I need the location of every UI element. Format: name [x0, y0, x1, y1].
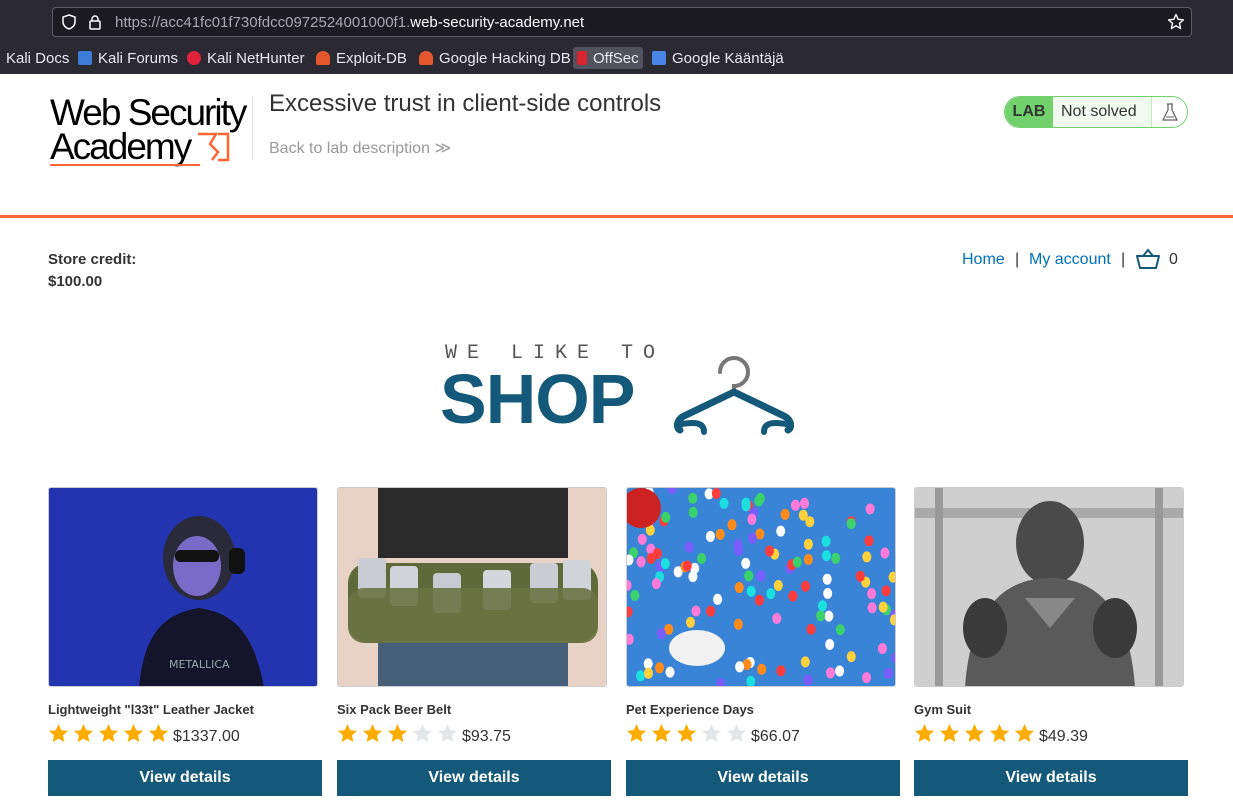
web-security-academy-logo[interactable]: Web Security Academy — [50, 94, 250, 166]
bookmarks-bar: Kali Docs Kali Forums Kali NetHunter Exp… — [0, 43, 1233, 73]
star-empty-icon — [727, 724, 746, 742]
star-filled-icon — [915, 724, 934, 742]
product-rating — [914, 723, 1039, 745]
product-rating — [48, 723, 173, 745]
cart-count: 0 — [1169, 251, 1178, 268]
bookmark-label: Exploit-DB — [336, 49, 407, 67]
product-name: Gym Suit — [914, 702, 972, 717]
url-prefix: https://acc41fc01f730fdcc0972524001000f1… — [115, 14, 411, 31]
address-bar[interactable]: https://acc41fc01f730fdcc0972524001000f1… — [52, 7, 1192, 37]
nav-separator: | — [1015, 251, 1020, 268]
product-price: $66.07 — [751, 728, 800, 745]
star-filled-icon — [627, 724, 646, 742]
star-filled-icon — [1015, 724, 1034, 742]
view-details-button[interactable]: View details — [48, 760, 322, 796]
star-filled-icon — [149, 724, 168, 742]
browser-toolbar: https://acc41fc01f730fdcc0972524001000f1… — [0, 0, 1233, 74]
bookmark-kali-docs[interactable]: Kali Docs — [6, 47, 69, 69]
nav-home-link[interactable]: Home — [962, 251, 1005, 269]
lab-title: Excessive trust in client-side controls — [269, 90, 662, 117]
nav-separator: | — [1121, 251, 1126, 268]
bookmark-label: Google Hacking DB — [439, 49, 571, 67]
header-divider — [252, 96, 253, 160]
lock-icon[interactable] — [87, 14, 103, 30]
kali-nethunter-icon — [187, 51, 201, 65]
bookmark-exploit-db[interactable]: Exploit-DB — [316, 47, 407, 69]
bookmark-kali-forums[interactable]: Kali Forums — [78, 47, 178, 69]
logo-underline — [50, 164, 200, 166]
flask-icon — [1151, 97, 1187, 127]
star-empty-icon — [438, 724, 457, 742]
kali-forums-icon — [78, 51, 92, 65]
product-price: $49.39 — [1039, 728, 1088, 745]
back-to-lab-description-link[interactable]: Back to lab description ≫ — [269, 138, 451, 158]
store-credit-label: Store credit: — [48, 251, 137, 268]
star-filled-icon — [49, 724, 68, 742]
product-image-pet-experience[interactable] — [626, 487, 896, 687]
url-text[interactable]: https://acc41fc01f730fdcc0972524001000f1… — [115, 14, 584, 31]
view-details-button[interactable]: View details — [337, 760, 611, 796]
star-filled-icon — [363, 724, 382, 742]
star-filled-icon — [74, 724, 93, 742]
bookmark-star-icon[interactable] — [1167, 13, 1185, 31]
logo-line-2: Academy — [50, 126, 192, 167]
star-filled-icon — [388, 724, 407, 742]
back-link-text: Back to lab description — [269, 140, 430, 157]
bookmark-label: Kali NetHunter — [207, 49, 305, 67]
double-chevron-right-icon: ≫ — [434, 140, 452, 157]
star-filled-icon — [940, 724, 959, 742]
star-filled-icon — [677, 724, 696, 742]
view-details-button[interactable]: View details — [914, 760, 1188, 796]
product-image-beer-belt[interactable] — [337, 487, 607, 687]
lab-status-text: Not solved — [1061, 103, 1137, 120]
star-filled-icon — [990, 724, 1009, 742]
product-image-gym-suit[interactable] — [914, 487, 1184, 687]
cart-icon[interactable] — [1136, 248, 1160, 270]
exploit-db-icon — [316, 51, 330, 65]
bookmark-offsec[interactable]: OffSec — [573, 47, 643, 69]
academy-header: Web Security Academy Excessive trust in … — [0, 74, 1233, 218]
star-filled-icon — [338, 724, 357, 742]
bookmark-google-hacking-db[interactable]: Google Hacking DB — [419, 47, 571, 69]
product-name: Lightweight "l33t" Leather Jacket — [48, 702, 254, 717]
star-empty-icon — [413, 724, 432, 742]
url-domain: web-security-academy.net — [410, 14, 585, 31]
product-rating — [337, 723, 462, 745]
shield-icon[interactable] — [61, 14, 77, 30]
product-image-leather-jacket[interactable]: METALLICA — [48, 487, 318, 687]
bookmark-label: Google Kääntäjä — [672, 49, 784, 67]
google-translate-icon — [652, 51, 666, 65]
product-name: Pet Experience Days — [626, 702, 754, 717]
bookmark-google-translate[interactable]: Google Kääntäjä — [652, 47, 784, 69]
svg-text:METALLICA: METALLICA — [169, 658, 230, 671]
product-price: $93.75 — [462, 728, 511, 745]
we-like-to-shop-banner: WE LIKE TO SHOP — [440, 340, 800, 440]
hanger-icon — [674, 356, 794, 435]
lab-badge: LAB — [1005, 97, 1053, 127]
logo-bolt-icon — [198, 132, 230, 162]
product-rating — [626, 723, 751, 745]
bookmark-label: OffSec — [593, 49, 639, 67]
offsec-icon — [577, 51, 587, 65]
star-filled-icon — [124, 724, 143, 742]
bookmark-kali-nethunter[interactable]: Kali NetHunter — [187, 47, 305, 69]
banner-shop-word: SHOP — [440, 360, 635, 438]
star-empty-icon — [702, 724, 721, 742]
product-name: Six Pack Beer Belt — [337, 702, 452, 717]
bookmark-label: Kali Docs — [6, 49, 70, 67]
lab-status-widget: LAB Not solved — [1004, 96, 1188, 128]
ghdb-icon — [419, 51, 433, 65]
star-filled-icon — [965, 724, 984, 742]
nav-my-account-link[interactable]: My account — [1029, 251, 1111, 269]
star-filled-icon — [99, 724, 118, 742]
star-filled-icon — [652, 724, 671, 742]
product-price: $1337.00 — [173, 728, 240, 745]
bookmark-label: Kali Forums — [98, 49, 179, 67]
view-details-button[interactable]: View details — [626, 760, 900, 796]
store-credit-value: $100.00 — [48, 273, 103, 290]
